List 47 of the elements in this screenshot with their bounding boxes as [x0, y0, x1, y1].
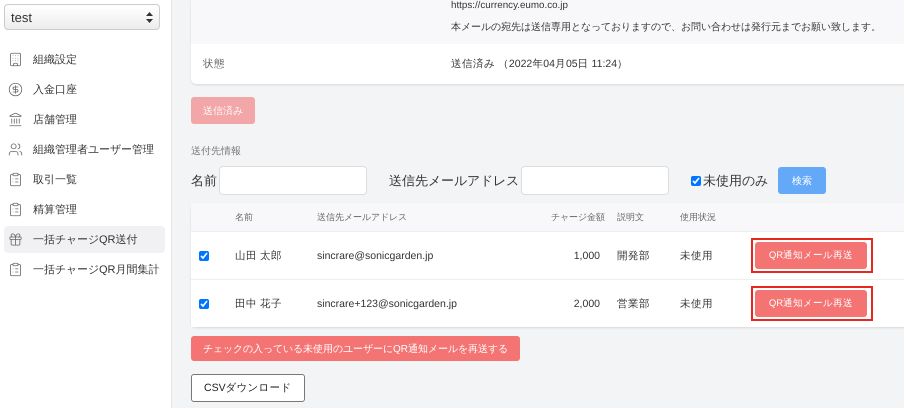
updown-caret-icon [146, 12, 153, 22]
dollar-icon [8, 82, 23, 97]
users-icon [8, 142, 23, 157]
email-label: 送信先メールアドレス [389, 172, 519, 190]
sidebar-item[interactable]: 精算管理 [4, 196, 165, 223]
table-cell-text: 2,000 [572, 298, 601, 310]
body-text: https://currency.eumo.co.jp [451, 0, 569, 11]
body-text: 本メールの宛先は送信専用となっておりますので、お問い合わせは発行元までお願い致します。 [451, 21, 882, 34]
gift-icon [8, 232, 23, 247]
table-cell-text: sincrare@sonicgarden.jp [317, 250, 434, 262]
table-cell-text: 田中 花子 [235, 296, 283, 310]
table-cell-text: 未使用 [680, 248, 714, 262]
csv-download-button[interactable]: CSVダウンロード [191, 374, 305, 402]
clipboard-icon [8, 262, 23, 277]
column-header: チャージ金額 [550, 210, 606, 224]
name-input-field[interactable] [219, 166, 367, 195]
sidebar-item[interactable]: 入金口座 [4, 76, 165, 103]
column-header: 名前 [235, 210, 254, 224]
sidebar-item[interactable]: 組織設定 [4, 46, 165, 73]
clipboard-icon [8, 172, 23, 187]
row-checkbox[interactable] [199, 298, 209, 308]
unused-only-checkbox[interactable] [691, 176, 701, 186]
column-header: 説明文 [617, 210, 645, 224]
row-checkbox[interactable] [199, 250, 209, 260]
sidebar-item[interactable]: 一括チャージQR月間集計 [4, 256, 165, 283]
section-heading: 送付先情報 [191, 144, 242, 158]
unused-only-label: 未使用のみ [703, 172, 768, 190]
status-label: 状態 [202, 57, 226, 71]
organization-select[interactable]: test [4, 4, 160, 30]
sidebar-item[interactable]: 取引一覧 [4, 166, 165, 193]
table-cell-text: 営業部 [617, 296, 651, 310]
sidebar-item[interactable]: 店舗管理 [4, 106, 165, 133]
status-value: 送信済み （2022年04月05日 11:24） [451, 57, 628, 71]
name-label: 名前 [191, 172, 217, 190]
column-header: 送信先メールアドレス [317, 210, 408, 224]
table-cell-text: sincrare+123@sonicgarden.jp [317, 298, 458, 310]
email-input-field[interactable] [521, 166, 669, 195]
sidebar-item[interactable]: 一括チャージQR送付 [4, 226, 165, 253]
building-icon [8, 52, 23, 67]
clipboard-icon [8, 202, 23, 217]
column-header: 使用状況 [680, 210, 717, 224]
table-cell-text: 山田 太郎 [235, 248, 283, 262]
bank-icon [8, 112, 23, 127]
table-cell-text: 1,000 [572, 250, 601, 262]
table-cell-text: 開発部 [617, 248, 651, 262]
sidebar-item[interactable]: 組織管理者ユーザー管理 [4, 136, 165, 163]
table-cell-text: 未使用 [680, 296, 714, 310]
